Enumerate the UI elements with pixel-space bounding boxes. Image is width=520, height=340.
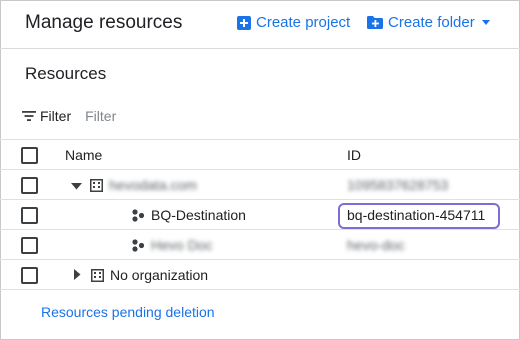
select-all-checkbox[interactable] <box>21 147 38 164</box>
create-new-folder-icon <box>367 16 383 29</box>
expand-caret-icon[interactable] <box>74 267 81 283</box>
resource-id: hevo-doc <box>347 237 405 253</box>
create-folder-label: Create folder <box>388 14 475 31</box>
table-row[interactable]: No organization <box>0 260 520 290</box>
project-icon <box>131 238 145 252</box>
row-checkbox[interactable] <box>21 237 38 254</box>
project-icon <box>131 208 145 222</box>
resources-title: Resources <box>25 64 107 83</box>
column-header-id: ID <box>347 147 361 163</box>
resources-pending-deletion-link[interactable]: Resources pending deletion <box>41 304 215 320</box>
table-row[interactable]: Hevo Doc hevo-doc <box>0 230 520 260</box>
table-row[interactable]: hevodata.com 1095837628753 <box>0 170 520 200</box>
filter-input[interactable] <box>85 108 286 124</box>
row-checkbox[interactable] <box>21 177 38 194</box>
resource-name[interactable]: Hevo Doc <box>151 237 212 253</box>
header-divider <box>0 48 520 49</box>
create-project-label: Create project <box>256 14 351 31</box>
row-checkbox[interactable] <box>21 267 38 284</box>
create-project-button[interactable]: Create project <box>237 14 350 31</box>
organization-icon <box>90 178 103 192</box>
resource-name[interactable]: hevodata.com <box>109 177 197 193</box>
collapse-caret-icon[interactable] <box>71 177 82 193</box>
resource-id: 1095837628753 <box>347 177 449 193</box>
table-row[interactable]: BQ-Destination bq-destination-454711 <box>0 200 520 230</box>
header: Manage resources Create project Create f… <box>0 0 520 48</box>
resource-name[interactable]: No organization <box>110 267 208 283</box>
table-header-row: Name ID <box>0 139 520 170</box>
resource-name[interactable]: BQ-Destination <box>151 207 246 223</box>
resource-id: bq-destination-454711 <box>347 207 486 223</box>
organization-icon <box>91 268 104 282</box>
resources-table: Name ID hevodata.com 1095837628753 BQ-De… <box>0 139 520 290</box>
dropdown-arrow-icon <box>481 19 490 25</box>
column-header-name: Name <box>65 147 103 163</box>
add-box-icon <box>237 15 251 30</box>
row-checkbox[interactable] <box>21 207 38 224</box>
filter-label: Filter <box>40 108 72 124</box>
page-title: Manage resources <box>25 12 183 33</box>
filter-bar: Filter <box>22 108 286 124</box>
create-folder-button[interactable]: Create folder <box>367 14 496 31</box>
filter-list-icon <box>22 111 36 121</box>
